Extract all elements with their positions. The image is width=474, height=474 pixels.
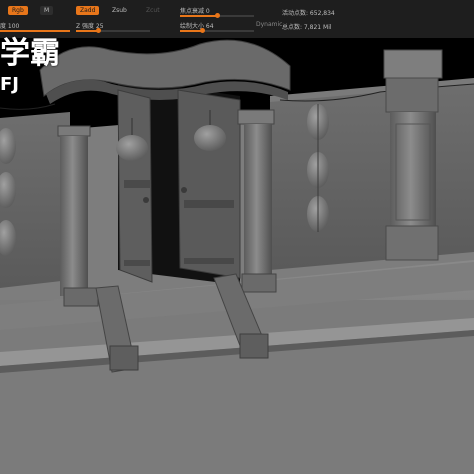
- active-points-readout: 活动点数: 652,834: [282, 10, 335, 17]
- zcut-toggle[interactable]: Zcut: [146, 7, 160, 14]
- zbrush-window: Rgb M Zadd Zsub Zcut 焦点衰减 0 绘制大小 64 Dyna…: [0, 0, 474, 474]
- m-toggle[interactable]: M: [40, 6, 54, 15]
- draw-size-slider[interactable]: 绘制大小 64: [180, 21, 214, 30]
- watermark-title: 学霸: [0, 36, 60, 71]
- z-intensity-track[interactable]: [76, 28, 150, 33]
- dynamic-toggle[interactable]: Dynamic: [256, 21, 282, 28]
- canvas-viewport[interactable]: [0, 38, 474, 474]
- zsub-toggle[interactable]: Zsub: [112, 7, 127, 14]
- focal-shift-slider[interactable]: 焦点衰减 0: [180, 6, 210, 15]
- gate-model-render: [0, 38, 474, 474]
- top-toolbar: Rgb M Zadd Zsub Zcut 焦点衰减 0 绘制大小 64 Dyna…: [0, 0, 474, 38]
- rgb-toggle[interactable]: Rgb: [8, 6, 28, 15]
- focal-shift-track[interactable]: [180, 13, 254, 18]
- draw-size-track[interactable]: [180, 28, 254, 33]
- total-points-readout: 总点数: 7,821 Mil: [282, 24, 332, 31]
- zadd-toggle[interactable]: Zadd: [76, 6, 100, 15]
- watermark-subtitle: FJ: [0, 74, 19, 95]
